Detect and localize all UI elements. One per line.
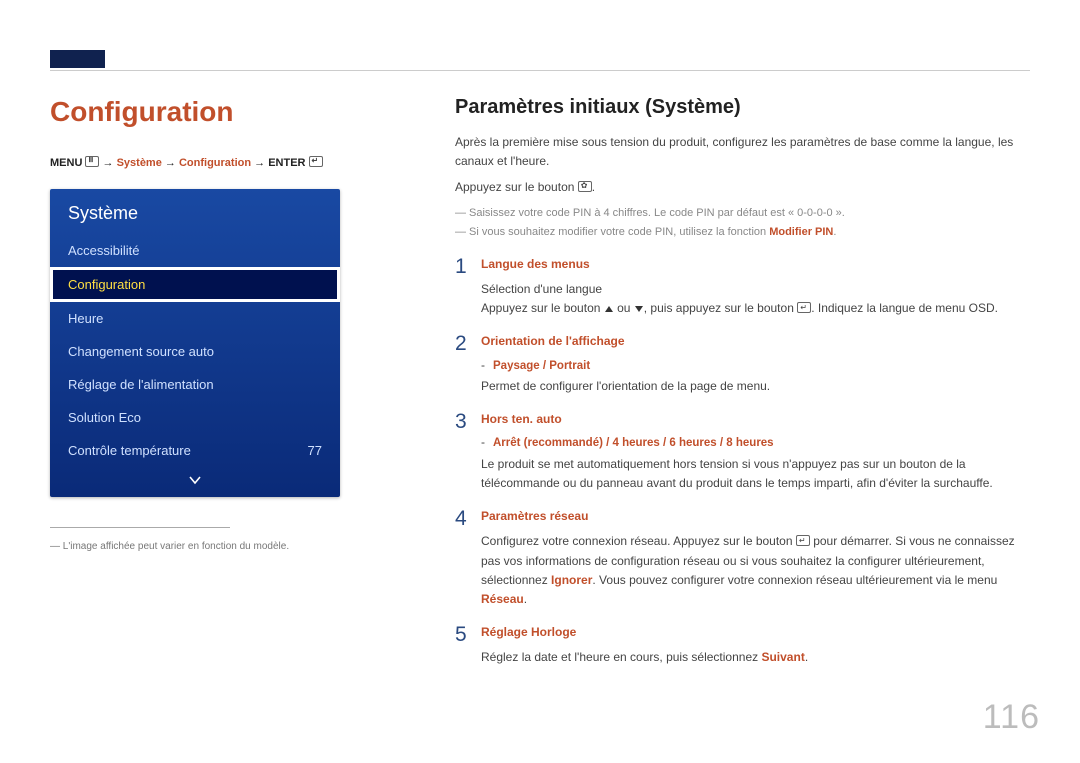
step-number: 1	[455, 255, 481, 319]
reseau-label: Réseau	[481, 592, 524, 606]
step-options: Paysage / Portrait	[481, 356, 1035, 375]
menu-item-configuration[interactable]: Configuration	[50, 267, 340, 302]
step-title: Hors ten. auto	[481, 410, 1035, 429]
step-body: Langue des menus Sélection d'une langue …	[481, 255, 1035, 319]
header-rule	[50, 70, 1030, 71]
triangle-down-icon	[634, 305, 644, 313]
step-title: Orientation de l'affichage	[481, 332, 1035, 351]
menu-item-label: Contrôle température	[68, 443, 191, 458]
enter-icon	[797, 302, 811, 313]
step-3: 3 Hors ten. auto Arrêt (recommandé) / 4 …	[455, 410, 1035, 493]
osd-menu-panel: Système Accessibilité Configuration Heur…	[50, 189, 340, 497]
intro-text: Après la première mise sous tension du p…	[455, 133, 1035, 170]
step-5: 5 Réglage Horloge Réglez la date et l'he…	[455, 623, 1035, 667]
step-line: Permet de configurer l'orientation de la…	[481, 377, 1035, 396]
menu-scroll-down[interactable]	[50, 467, 340, 491]
footnote-divider	[50, 527, 230, 528]
menu-item-reglage-alimentation[interactable]: Réglage de l'alimentation	[50, 368, 340, 401]
menu-item-label: Solution Eco	[68, 410, 141, 425]
breadcrumb-arrow: →	[254, 157, 268, 169]
step-number: 2	[455, 332, 481, 396]
menu-item-label: Réglage de l'alimentation	[68, 377, 214, 392]
page-title: Configuration	[50, 96, 385, 128]
footnote-text: L'image affichée peut varier en fonction…	[63, 541, 289, 552]
ignore-label: Ignorer	[551, 573, 592, 587]
suivant-label: Suivant	[761, 650, 804, 664]
modifier-pin-label: Modifier PIN	[769, 226, 833, 238]
breadcrumb-system: Système	[117, 157, 162, 169]
intro-press-button: Appuyez sur le bouton .	[455, 178, 1035, 197]
step-title: Langue des menus	[481, 255, 1035, 274]
step-title: Réglage Horloge	[481, 623, 1035, 642]
step-line: Configurez votre connexion réseau. Appuy…	[481, 532, 1035, 609]
step-line: Réglez la date et l'heure en cours, puis…	[481, 648, 1035, 667]
menu-item-value: 77	[308, 443, 322, 458]
step-4: 4 Paramètres réseau Configurez votre con…	[455, 507, 1035, 609]
breadcrumb-menu-label: MENU	[50, 157, 82, 169]
menu-item-heure[interactable]: Heure	[50, 302, 340, 335]
menu-item-label: Accessibilité	[68, 243, 140, 258]
step-number: 3	[455, 410, 481, 493]
breadcrumb-enter-label: ENTER	[268, 157, 305, 169]
pin-modify-note: Si vous souhaitez modifier votre code PI…	[455, 224, 1035, 241]
enter-icon	[796, 535, 810, 546]
menu-item-label: Heure	[68, 311, 103, 326]
step-body: Orientation de l'affichage Paysage / Por…	[481, 332, 1035, 396]
step-line: Le produit se met automatiquement hors t…	[481, 455, 1035, 493]
breadcrumb-arrow: →	[165, 157, 179, 169]
step-2: 2 Orientation de l'affichage Paysage / P…	[455, 332, 1035, 396]
step-options: Arrêt (recommandé) / 4 heures / 6 heures…	[481, 433, 1035, 452]
right-column: Paramètres initiaux (Système) Après la p…	[455, 96, 1035, 667]
step-number: 5	[455, 623, 481, 667]
triangle-up-icon	[604, 305, 614, 313]
breadcrumb: MENU → Système → Configuration → ENTER	[50, 156, 385, 169]
model-footnote: ― L'image affichée peut varier en foncti…	[50, 540, 385, 554]
osd-menu-title: Système	[50, 203, 340, 234]
step-line: Appuyez sur le bouton ou , puis appuyez …	[481, 299, 1035, 318]
step-number: 4	[455, 507, 481, 609]
step-body: Hors ten. auto Arrêt (recommandé) / 4 he…	[481, 410, 1035, 493]
enter-icon	[309, 156, 323, 167]
chevron-down-icon	[188, 475, 202, 485]
left-column: Configuration MENU → Système → Configura…	[50, 96, 385, 554]
pin-default-note: Saisissez votre code PIN à 4 chiffres. L…	[455, 205, 1035, 222]
menu-item-accessibility[interactable]: Accessibilité	[50, 234, 340, 267]
menu-icon	[85, 156, 99, 167]
header-accent-bar	[50, 50, 105, 68]
page-number: 116	[983, 698, 1040, 737]
breadcrumb-arrow: →	[103, 157, 117, 169]
menu-item-solution-eco[interactable]: Solution Eco	[50, 401, 340, 434]
step-line: Sélection d'une langue	[481, 280, 1035, 299]
menu-item-label: Configuration	[68, 277, 145, 292]
menu-item-changement-source[interactable]: Changement source auto	[50, 335, 340, 368]
breadcrumb-configuration: Configuration	[179, 157, 251, 169]
step-body: Paramètres réseau Configurez votre conne…	[481, 507, 1035, 609]
flower-button-icon	[578, 181, 592, 192]
section-heading: Paramètres initiaux (Système)	[455, 96, 1035, 119]
menu-item-controle-temperature[interactable]: Contrôle température 77	[50, 434, 340, 467]
step-1: 1 Langue des menus Sélection d'une langu…	[455, 255, 1035, 319]
menu-item-label: Changement source auto	[68, 344, 214, 359]
step-body: Réglage Horloge Réglez la date et l'heur…	[481, 623, 1035, 667]
step-title: Paramètres réseau	[481, 507, 1035, 526]
